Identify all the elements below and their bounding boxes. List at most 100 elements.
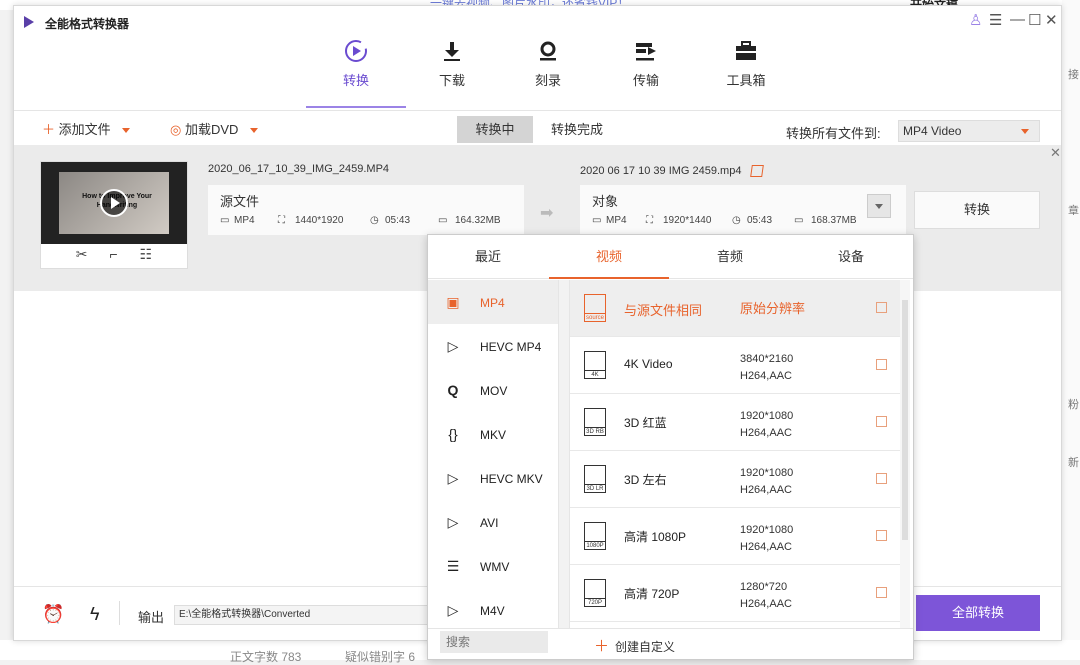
format-item-hevc-mp4[interactable]: ▷ HEVC MP4 bbox=[428, 324, 558, 368]
nav-download[interactable]: 下载 bbox=[402, 36, 502, 108]
preset-item[interactable]: 720P 高清 720P 1280*720 H264,AAC bbox=[570, 565, 900, 622]
burn-icon bbox=[498, 36, 598, 66]
nav-convert[interactable]: 转换 bbox=[306, 36, 406, 108]
tab-done[interactable]: 转换完成 bbox=[539, 116, 615, 143]
format-item-m4v[interactable]: ▷ M4V bbox=[428, 588, 558, 628]
list-scrollbar[interactable] bbox=[558, 280, 570, 628]
close-button[interactable]: ✕ bbox=[1045, 11, 1058, 29]
preset-item[interactable]: 4K 4K Video 3840*2160 H264,AAC bbox=[570, 337, 900, 394]
maximize-button[interactable]: ☐ bbox=[1028, 11, 1041, 29]
background-char: 章 bbox=[1068, 205, 1079, 217]
user-icon[interactable]: ♙ bbox=[969, 11, 982, 29]
video-file-icon: 3D RB bbox=[584, 408, 606, 436]
alarm-clock-icon[interactable]: ⏰ bbox=[42, 604, 64, 625]
preset-name: 高清 1080P bbox=[624, 530, 687, 544]
source-info: 源文件 ▭ MP4 ⛶ 1440*1920 ◷ 05:43 ▭ 164.32MB bbox=[208, 185, 524, 235]
preset-item[interactable]: 3D RB 3D 红蓝 1920*1080 H264,AAC bbox=[570, 394, 900, 451]
format-item-wmv[interactable]: ☰ WMV bbox=[428, 544, 558, 588]
add-file-button[interactable]: ＋ 添加文件 bbox=[42, 119, 131, 138]
nav-transfer[interactable]: 传输 bbox=[596, 36, 696, 108]
format-list: ▣ MP4 ▷ HEVC MP4 Q MOV {} MKV ▷ HEVC MKV… bbox=[428, 280, 558, 628]
menu-icon[interactable]: ☰ bbox=[989, 11, 1002, 29]
edit-tools: ✂ ⌐ ☷ bbox=[41, 246, 187, 268]
preset-resolution: 1280*720 H264,AAC bbox=[740, 579, 792, 613]
load-dvd-button[interactable]: ◎ 加载DVD bbox=[170, 119, 259, 138]
preset-tag: 3D RB bbox=[584, 427, 606, 436]
popup-footer: 搜索 ＋ 创建自定义 bbox=[428, 628, 913, 661]
format-item-mov[interactable]: Q MOV bbox=[428, 368, 558, 412]
background-right-edge: 接 章 粉 新 bbox=[1062, 0, 1080, 660]
nav-label: 传输 bbox=[632, 73, 659, 88]
play-icon[interactable] bbox=[100, 189, 128, 217]
tab-video[interactable]: 视频 bbox=[549, 235, 669, 279]
background-char: 新 bbox=[1068, 457, 1079, 469]
format-item-hevc-mkv[interactable]: ▷ HEVC MKV bbox=[428, 456, 558, 500]
preset-scrollbar[interactable] bbox=[900, 280, 910, 628]
convert-all-button[interactable]: 全部转换 bbox=[916, 595, 1040, 631]
avi-icon: ▷ bbox=[447, 514, 459, 530]
edit-icon[interactable] bbox=[876, 530, 887, 541]
resolution-icon: ⛶ bbox=[278, 215, 285, 226]
format-dropdown-button[interactable] bbox=[867, 194, 891, 218]
source-duration: 05:43 bbox=[385, 215, 411, 226]
toolbar: ＋ 添加文件 ◎ 加载DVD 转换中 转换完成 转换所有文件到: MP4 Vid… bbox=[14, 110, 1061, 146]
format-label: AVI bbox=[480, 516, 499, 530]
output-path-field[interactable]: E:\全能格式转换器\Converted bbox=[174, 605, 434, 625]
format-label: MP4 bbox=[480, 296, 505, 310]
tab-converting[interactable]: 转换中 bbox=[457, 116, 533, 143]
edit-icon[interactable] bbox=[749, 165, 764, 178]
format-item-avi[interactable]: ▷ AVI bbox=[428, 500, 558, 544]
format-item-mp4[interactable]: ▣ MP4 bbox=[428, 280, 558, 324]
popup-tabs: 最近 视频 音频 设备 bbox=[428, 235, 913, 279]
background-word-count: 正文字数 783 bbox=[230, 650, 302, 664]
edit-icon[interactable] bbox=[876, 587, 887, 598]
download-icon bbox=[402, 36, 502, 66]
create-custom-button[interactable]: ＋ 创建自定义 bbox=[594, 635, 675, 656]
nav-toolbox[interactable]: 工具箱 bbox=[696, 36, 796, 108]
tab-audio[interactable]: 音频 bbox=[670, 235, 790, 279]
settings-sliders-icon[interactable]: ☷ bbox=[140, 246, 153, 268]
preset-tag: 3D LR bbox=[584, 484, 606, 493]
preset-tag: source bbox=[584, 313, 606, 321]
edit-icon[interactable] bbox=[876, 416, 887, 427]
nav-burn[interactable]: 刻录 bbox=[498, 36, 598, 108]
format-item-mkv[interactable]: {} MKV bbox=[428, 412, 558, 456]
app-logo-icon bbox=[24, 16, 34, 28]
app-title: 全能格式转换器 bbox=[45, 17, 130, 31]
preset-res-value: 1920*1080 bbox=[740, 467, 794, 479]
source-format: MP4 bbox=[234, 215, 255, 226]
lightning-icon[interactable]: ϟ bbox=[90, 604, 100, 625]
preset-codec: H264,AAC bbox=[740, 484, 792, 496]
scissors-icon[interactable]: ✂ bbox=[76, 246, 88, 268]
create-custom-label: 创建自定义 bbox=[615, 640, 676, 654]
video-thumbnail[interactable]: How to Improve Your Handwriting ✂ ⌐ ☷ bbox=[40, 161, 188, 269]
wmv-icon: ☰ bbox=[446, 558, 460, 574]
video-file-icon: 4K bbox=[584, 351, 606, 379]
scrollbar-thumb[interactable] bbox=[902, 300, 908, 540]
preset-item[interactable]: 3D LR 3D 左右 1920*1080 H264,AAC bbox=[570, 451, 900, 508]
tab-device[interactable]: 设备 bbox=[791, 235, 911, 279]
preset-res-value: 1920*1080 bbox=[740, 410, 794, 422]
preset-codec: H264,AAC bbox=[740, 427, 792, 439]
edit-icon[interactable] bbox=[876, 473, 887, 484]
convert-all-to-select[interactable]: MP4 Video bbox=[898, 120, 1040, 142]
format-search-input[interactable]: 搜索 bbox=[440, 631, 548, 653]
preset-item[interactable]: 1080P 高清 1080P 1920*1080 H264,AAC bbox=[570, 508, 900, 565]
folder-icon: ▭ bbox=[794, 215, 804, 226]
preset-item[interactable]: source 与源文件相同 原始分辨率 bbox=[570, 280, 900, 337]
crop-icon[interactable]: ⌐ bbox=[109, 246, 117, 268]
preset-res-value: 3840*2160 bbox=[740, 353, 794, 365]
minimize-button[interactable]: — bbox=[1010, 11, 1025, 28]
convert-button[interactable]: 转换 bbox=[914, 191, 1040, 229]
video-file-icon: source bbox=[584, 294, 606, 322]
background-char: 粉 bbox=[1068, 399, 1079, 411]
edit-icon[interactable] bbox=[876, 359, 887, 370]
close-icon[interactable]: ✕ bbox=[1050, 145, 1061, 161]
edit-icon[interactable] bbox=[876, 302, 887, 313]
target-filename: 2020 06 17 10 39 IMG 2459.mp4 bbox=[580, 165, 742, 177]
video-file-icon: 3D LR bbox=[584, 465, 606, 493]
disc-icon: ◎ bbox=[170, 122, 182, 137]
tab-recent[interactable]: 最近 bbox=[428, 235, 548, 279]
hevc-icon: ▷ bbox=[447, 338, 459, 354]
preset-list: source 与源文件相同 原始分辨率 4K 4K Video 3840*216… bbox=[570, 280, 900, 628]
